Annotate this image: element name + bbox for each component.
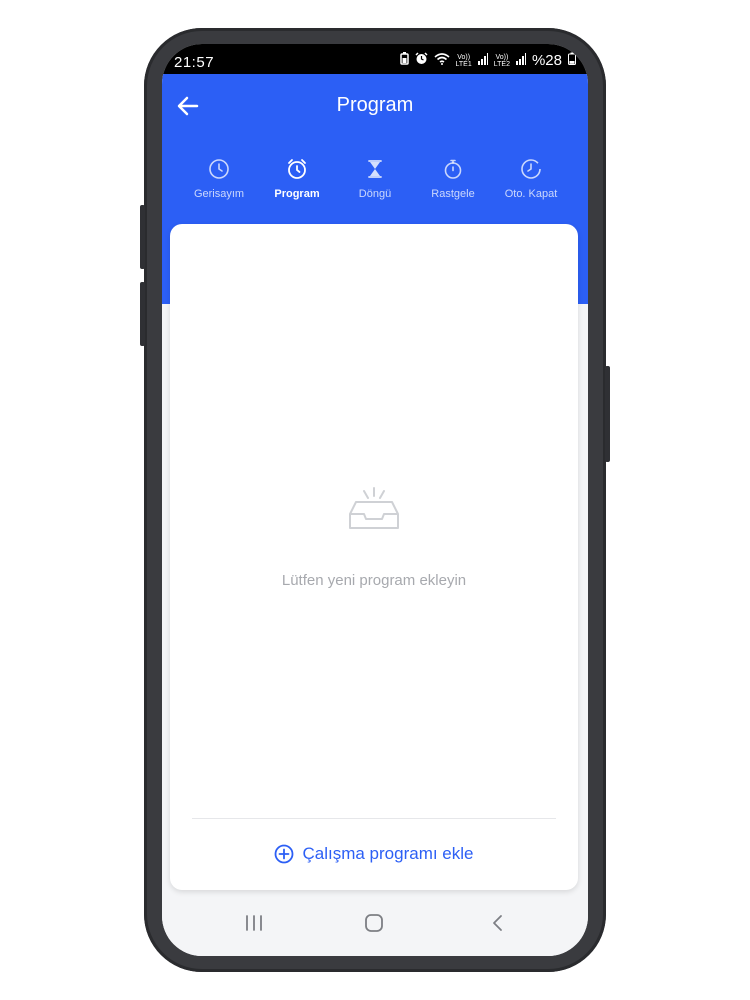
status-bar: 21:57 Vo)) LTE1 Vo)) LTE2 %28	[162, 44, 588, 74]
battery-icon	[568, 52, 576, 69]
divider	[192, 818, 556, 819]
tab-loop[interactable]: Döngü	[336, 158, 414, 218]
page-title: Program	[336, 94, 414, 116]
program-list-card: Lütfen yeni program ekleyin Çalışma prog…	[170, 224, 578, 890]
mode-tabs: Gerisayım Program Döngü Rastgele Oto. Ka…	[180, 158, 572, 218]
battery-saver-icon	[399, 52, 409, 69]
tab-label: Gerisayım	[193, 188, 245, 200]
signal-icon	[477, 52, 488, 69]
tab-label: Program	[274, 188, 320, 200]
sim1-label: Vo)) LTE1	[456, 54, 472, 68]
tab-auto-off[interactable]: Oto. Kapat	[492, 158, 570, 218]
volume-button	[140, 205, 145, 269]
add-schedule-label: Çalışma programı ekle	[302, 844, 474, 863]
add-schedule-button[interactable]: Çalışma programı ekle	[170, 822, 578, 886]
hourglass-icon	[368, 160, 382, 178]
power-button	[605, 366, 610, 462]
battery-percent: %28	[531, 52, 562, 69]
sim1-carrier: Vo))	[457, 53, 471, 61]
phone-screen: 21:57 Vo)) LTE1 Vo)) LTE2 %28 Program Ge…	[162, 44, 588, 956]
tab-label: Oto. Kapat	[504, 188, 558, 200]
alarm-icon	[415, 52, 428, 69]
alarm-clock-icon	[288, 159, 306, 179]
status-time: 21:57	[174, 54, 215, 71]
stopwatch-icon	[444, 159, 462, 179]
tab-program[interactable]: Program	[258, 158, 336, 218]
sim2-network: LTE2	[493, 60, 510, 68]
tab-label: Döngü	[358, 188, 392, 200]
sim1-network: LTE1	[455, 60, 472, 68]
plus-circle-icon	[275, 844, 294, 864]
system-nav-bar	[162, 900, 588, 956]
empty-state-message: Lütfen yeni program ekleyin	[281, 572, 467, 589]
tab-random[interactable]: Rastgele	[414, 158, 492, 218]
wifi-icon	[434, 52, 450, 69]
tab-countdown[interactable]: Gerisayım	[180, 158, 258, 218]
home-icon[interactable]	[364, 914, 384, 937]
sim2-carrier: Vo))	[495, 53, 509, 61]
back-icon[interactable]	[488, 914, 508, 937]
bixby-button	[140, 282, 145, 346]
signal-icon	[515, 52, 526, 69]
tab-label: Rastgele	[431, 188, 475, 200]
sim2-label: Vo)) LTE2	[494, 54, 510, 68]
empty-inbox-icon	[346, 486, 402, 539]
recent-apps-icon[interactable]	[244, 914, 264, 937]
clock-icon	[209, 159, 229, 179]
timer-off-icon	[521, 159, 541, 179]
